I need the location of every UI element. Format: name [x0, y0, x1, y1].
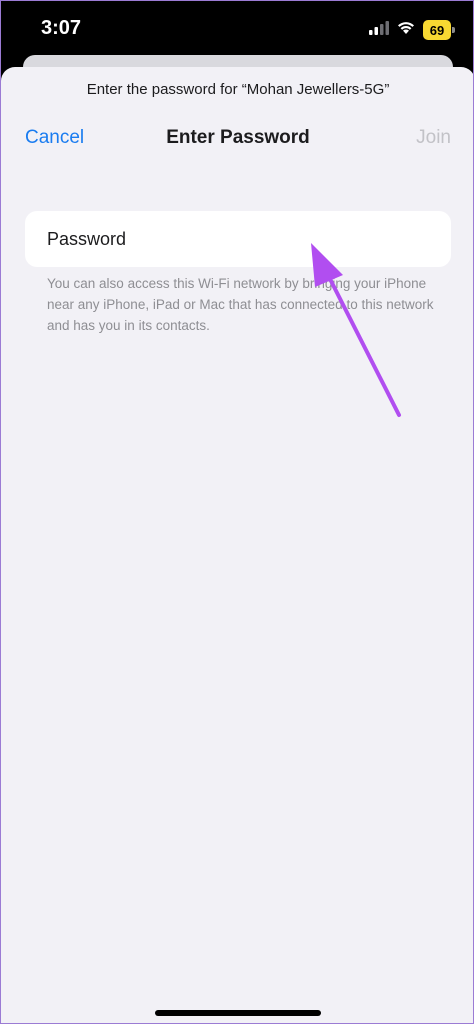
status-bar: 3:07 69: [1, 1, 473, 61]
password-input[interactable]: [47, 211, 437, 267]
join-button[interactable]: Join: [416, 127, 451, 149]
network-prompt: Enter the password for “Mohan Jewellers-…: [86, 81, 390, 98]
help-text: You can also access this Wi-Fi network b…: [47, 276, 434, 333]
password-sheet: Enter the password for “Mohan Jewellers-…: [1, 67, 473, 1023]
status-time: 3:07: [41, 17, 82, 39]
status-icons: 69: [369, 19, 455, 41]
password-field-container[interactable]: [25, 211, 451, 267]
phone-screen: 3:07 69 Enter the password for “Mohan Je…: [0, 0, 474, 1024]
cancel-button[interactable]: Cancel: [25, 127, 84, 149]
battery-tip: [452, 27, 455, 33]
battery-icon: 69: [423, 20, 455, 40]
wifi-icon: [396, 20, 416, 40]
battery-level: 69: [429, 22, 445, 38]
home-indicator[interactable]: [155, 1010, 321, 1016]
cellular-signal-icon: [369, 20, 389, 40]
sheet-nav-bar: Cancel Enter Password Join: [1, 127, 473, 157]
